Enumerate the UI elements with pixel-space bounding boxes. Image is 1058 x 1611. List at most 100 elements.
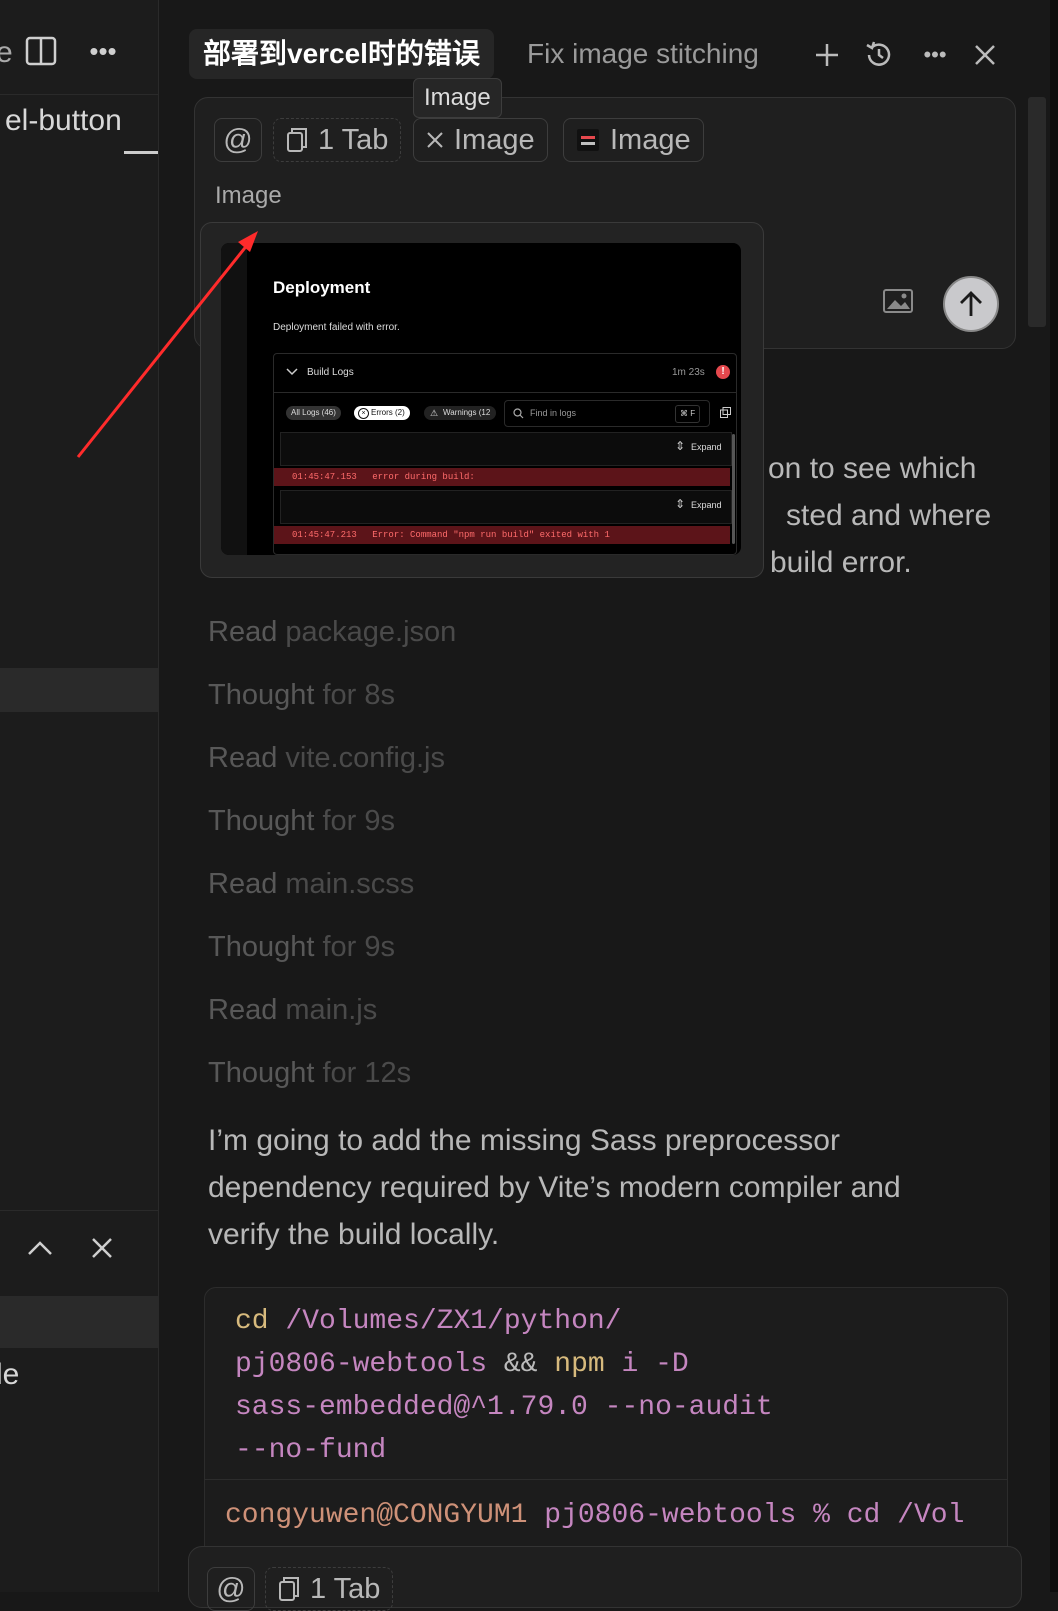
code-line: --no-fund: [235, 1435, 387, 1466]
step-thought[interactable]: Thought for 12s: [208, 1053, 411, 1093]
chip-label: 1 Tab: [318, 123, 389, 156]
annotation-arrow-icon: [76, 231, 258, 458]
log-line-error: 01:45:47.213 Error: Command "npm run bui…: [274, 526, 730, 544]
context-chip-tab[interactable]: 1 Tab: [265, 1567, 394, 1611]
split-panel-icon[interactable]: [24, 34, 58, 68]
chip-label: Image: [454, 123, 535, 156]
tab-fix-image-stitching[interactable]: Fix image stitching: [527, 29, 785, 79]
close-chat-icon[interactable]: [970, 40, 1000, 70]
build-logs-panel: Build Logs 1m 23s ! All Logs (46) × Error…: [273, 353, 737, 555]
tab-underline: [124, 151, 158, 154]
step-object: for 9s: [322, 805, 396, 837]
tab-vercel-error[interactable]: 部署到vercel时的错误: [189, 29, 494, 79]
collapsed-log-group: ⇕ Expand: [280, 490, 732, 524]
step-read[interactable]: Read main.scss: [208, 864, 414, 904]
mention-button[interactable]: @: [214, 118, 262, 162]
context-chip-image-thumb[interactable]: Image: [563, 118, 704, 162]
step-read[interactable]: Read vite.config.js: [208, 738, 445, 778]
step-read[interactable]: Read main.js: [208, 990, 377, 1030]
search-result-fragment: le: [0, 1358, 20, 1391]
build-duration: 1m 23s: [672, 367, 705, 378]
code-token: /Volumes/ZX1/python/: [285, 1306, 622, 1337]
close-icon[interactable]: [88, 1234, 116, 1262]
assistant-message: I’m going to add the missing Sass prepro…: [208, 1117, 1008, 1258]
step-verb: Thought: [208, 679, 315, 711]
history-icon[interactable]: [862, 38, 896, 72]
step-object: for 8s: [322, 679, 396, 711]
step-object: main.js: [285, 994, 378, 1026]
deployment-subtitle: Deployment failed with error.: [273, 322, 400, 333]
log-search-placeholder: Find in logs: [530, 408, 577, 418]
chip-label: 1 Tab: [310, 1572, 381, 1605]
step-verb: Thought: [208, 1057, 315, 1089]
more-icon[interactable]: •••: [86, 34, 120, 68]
send-button[interactable]: [943, 276, 999, 332]
selected-list-row[interactable]: [0, 668, 158, 712]
chip-label: Image: [610, 123, 691, 156]
step-object: vite.config.js: [285, 742, 445, 774]
tooltip: Image: [413, 78, 502, 118]
chevron-down-icon: [286, 368, 298, 376]
mention-button[interactable]: @: [207, 1567, 255, 1611]
at-symbol: @: [216, 1572, 246, 1605]
context-chip-tab[interactable]: 1 Tab: [273, 118, 402, 162]
code-token: cd: [235, 1306, 269, 1337]
terminal-dir: pj0806-webtools: [544, 1500, 797, 1531]
copy-icon: [720, 407, 731, 418]
divider: [205, 1479, 1007, 1480]
terminal-command: cd /Vol: [846, 1500, 965, 1531]
step-object: main.scss: [285, 868, 415, 900]
terminal-output-line: congyuwen@CONGYUM1 pj0806-webtools % cd …: [225, 1494, 964, 1537]
attach-image-icon[interactable]: [883, 288, 913, 314]
collapsed-log-group: ⇕ Expand: [280, 432, 732, 466]
log-text: error during build:: [372, 472, 475, 482]
expand-toggle-icon: ⇕: [675, 439, 686, 453]
chevron-up-icon[interactable]: [26, 1234, 54, 1262]
code-token: pj0806-webtools: [235, 1349, 488, 1380]
error-x-icon: ×: [358, 408, 369, 419]
image-preview-popup: Deployment Deployment failed with error.…: [200, 222, 764, 578]
image-thumbnail-icon: [577, 129, 599, 151]
tab-el-button[interactable]: el-button: [5, 104, 122, 138]
filter-all-logs: All Logs (46): [286, 406, 341, 420]
more-options-icon[interactable]: •••: [918, 38, 952, 72]
step-read[interactable]: Read package.json: [208, 612, 456, 652]
text-line: I’m going to add the missing Sass prepro…: [208, 1124, 840, 1157]
code-line: sass-embedded@^1.79.0 --no-audit: [235, 1392, 773, 1423]
code-line: cd /Volumes/ZX1/python/: [235, 1300, 773, 1343]
step-object: package.json: [285, 616, 457, 648]
terminal-user: congyuwen@CONGYUM1: [225, 1500, 528, 1531]
build-logs-label: Build Logs: [307, 367, 354, 378]
remove-icon[interactable]: [426, 131, 444, 149]
filter-label: Errors (2): [371, 408, 405, 417]
filter-warnings: ⚠ Warnings (12: [424, 406, 496, 420]
bottom-composer[interactable]: @ 1 Tab: [188, 1546, 1022, 1611]
expand-label: Expand: [691, 500, 722, 510]
scrollbar[interactable]: [1028, 97, 1046, 327]
step-thought[interactable]: Thought for 8s: [208, 675, 395, 715]
error-icon: !: [716, 365, 730, 379]
step-verb: Thought: [208, 805, 315, 837]
preview-heading: Image: [215, 182, 282, 209]
step-thought[interactable]: Thought for 9s: [208, 927, 395, 967]
step-verb: Read: [208, 994, 278, 1026]
new-chat-icon[interactable]: [812, 40, 842, 70]
files-icon: [287, 128, 307, 152]
step-thought[interactable]: Thought for 9s: [208, 801, 395, 841]
log-line-error: 01:45:47.153 error during build:: [274, 468, 730, 486]
divider: [274, 392, 736, 393]
files-icon: [279, 1577, 299, 1601]
message-paragraph-partial: on to see which sted and where build err…: [760, 445, 1030, 586]
tab-label-fragment[interactable]: e: [0, 36, 13, 70]
search-field-row[interactable]: [0, 1296, 158, 1348]
code-line: pj0806-webtools && npm i -D: [235, 1343, 773, 1386]
deployment-screenshot: Deployment Deployment failed with error.…: [221, 243, 741, 555]
search-icon: [513, 408, 524, 419]
chat-tab-bar: 部署到vercel时的错误 Fix image stitching •••: [160, 12, 1058, 94]
text-line: build error.: [770, 546, 912, 579]
left-toolbar: e •••: [0, 12, 158, 95]
terminal-prompt: %: [813, 1500, 830, 1531]
log-text: Error: Command "npm run build" exited wi…: [372, 530, 610, 540]
step-verb: Read: [208, 868, 278, 900]
context-chip-image-remove[interactable]: Image: [413, 118, 548, 162]
